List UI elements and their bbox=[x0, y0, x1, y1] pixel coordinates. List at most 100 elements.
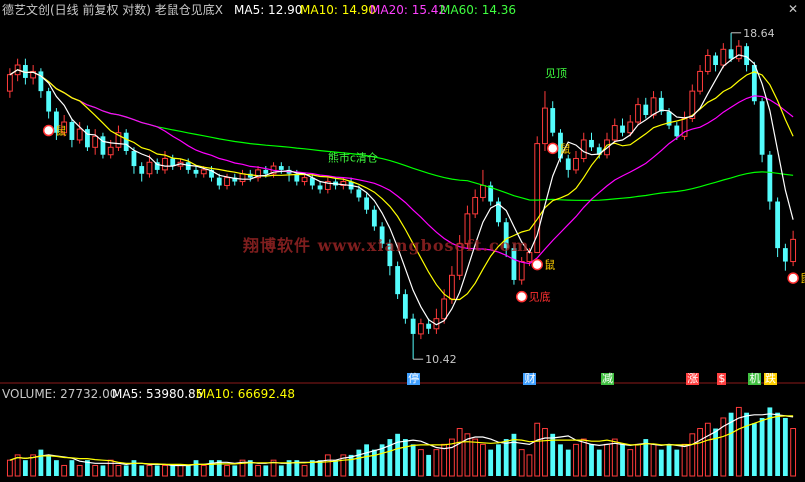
top-signal-label: 见顶 bbox=[545, 67, 567, 80]
mouse-signal-4-dot bbox=[787, 272, 799, 284]
volume-bar-down bbox=[348, 454, 354, 476]
volume-bar-up bbox=[472, 438, 479, 477]
candle-up bbox=[200, 169, 207, 175]
volume-bar-down bbox=[54, 460, 59, 476]
candle-up bbox=[518, 261, 525, 281]
ma10-legend: MA10: 14.90 bbox=[300, 3, 377, 17]
event-marker[interactable]: 涨 bbox=[686, 373, 700, 385]
volume-bar-up bbox=[433, 449, 440, 477]
volume-bar-down bbox=[782, 417, 788, 476]
close-icon[interactable]: ✕ bbox=[787, 3, 799, 15]
volume-bar-down bbox=[620, 444, 625, 476]
volume-bar-down bbox=[185, 465, 191, 476]
volume-bar-down bbox=[263, 465, 269, 476]
ma10-line bbox=[9, 69, 794, 301]
candle-down bbox=[775, 201, 781, 249]
low-label: 10.42 bbox=[425, 353, 457, 366]
candle-down bbox=[658, 97, 664, 112]
watermark: 翔博软件 www.xiangbosoft.com bbox=[243, 236, 530, 255]
volume-bar-down bbox=[658, 449, 664, 476]
volume-bar-up bbox=[92, 464, 99, 477]
candle-down bbox=[782, 248, 788, 262]
volume-bar-up bbox=[635, 443, 641, 477]
volume-bar-up bbox=[573, 443, 579, 477]
volume-bar-down bbox=[154, 465, 160, 476]
candle-up bbox=[76, 128, 83, 141]
volume-bar-down bbox=[364, 444, 370, 476]
event-marker[interactable]: 机 bbox=[748, 373, 762, 385]
candle-up bbox=[720, 48, 727, 66]
volume-bar-up bbox=[146, 464, 153, 477]
bear-signal-label: 熊市c清仓 bbox=[328, 151, 378, 165]
candle-down bbox=[767, 154, 773, 202]
candle-down bbox=[123, 132, 129, 151]
volume-bar-down bbox=[131, 460, 137, 476]
candle-up bbox=[735, 45, 742, 60]
volume-bar-down bbox=[139, 465, 145, 476]
event-marker[interactable]: 财 bbox=[523, 373, 537, 385]
volume-bar-down bbox=[371, 449, 377, 476]
candle-up bbox=[239, 173, 246, 183]
volume-bar-up bbox=[650, 443, 657, 477]
volume-bar-down bbox=[503, 439, 509, 476]
volume-bar-up bbox=[681, 443, 688, 477]
high-label: 18.64 bbox=[743, 27, 775, 40]
volume-bar-up bbox=[177, 464, 184, 477]
volume-bar-down bbox=[744, 412, 749, 476]
volume-bar-up bbox=[611, 438, 618, 477]
volume-bar-up bbox=[6, 459, 13, 477]
volume-bar-up bbox=[518, 449, 525, 477]
volume-bar-down bbox=[565, 449, 571, 476]
volume-bar-down bbox=[69, 460, 75, 476]
candle-down bbox=[356, 189, 362, 198]
mouse-signal-3-label: 鼠 bbox=[560, 141, 571, 155]
candle-up bbox=[480, 184, 486, 198]
event-marker[interactable]: 停 bbox=[407, 373, 421, 385]
volume-legend: VOLUME: 27732.00 bbox=[2, 387, 118, 401]
volume-bar-down bbox=[232, 465, 238, 476]
event-marker[interactable]: 跌 bbox=[763, 373, 777, 385]
candle-down bbox=[620, 125, 625, 133]
candle-up bbox=[224, 177, 230, 186]
volume-bar-down bbox=[674, 449, 680, 476]
volume-bar-down bbox=[170, 465, 176, 476]
candle-down bbox=[278, 166, 284, 170]
candle-down bbox=[38, 71, 44, 92]
volume-bar-down bbox=[22, 460, 28, 476]
volume-bar-down bbox=[193, 460, 199, 476]
candle-down bbox=[643, 104, 649, 116]
volume-bar-down bbox=[402, 439, 408, 476]
volume-bar-down bbox=[713, 428, 718, 476]
volume-bar-up bbox=[542, 428, 548, 477]
candle-down bbox=[193, 169, 199, 174]
volume-bar-down bbox=[426, 454, 432, 476]
candle-down bbox=[371, 209, 377, 227]
volume-bar-up bbox=[107, 459, 114, 477]
ma60-legend: MA60: 14.36 bbox=[440, 3, 517, 17]
candle-down bbox=[565, 158, 571, 170]
volume-bar-up bbox=[61, 464, 68, 477]
candle-down bbox=[395, 266, 401, 295]
ma20-legend: MA20: 15.42 bbox=[370, 3, 447, 17]
candle-down bbox=[139, 166, 145, 174]
candle-up bbox=[704, 55, 711, 72]
candle-up bbox=[573, 157, 579, 171]
volume-bar-up bbox=[627, 449, 634, 477]
volume-bar-up bbox=[162, 464, 168, 477]
candle-down bbox=[410, 318, 416, 334]
candle-up bbox=[146, 161, 153, 175]
mouse-signal-3-dot bbox=[546, 142, 559, 155]
event-marker[interactable]: $ bbox=[717, 373, 727, 385]
stock-chart[interactable]: 18.6410.42鼠鼠鼠鼠见底见顶熊市c清仓 德艺文创(日线 前复权 对数) … bbox=[0, 0, 805, 478]
candle-down bbox=[100, 136, 106, 155]
volume-bar-up bbox=[580, 438, 587, 477]
event-marker[interactable]: 减 bbox=[601, 373, 614, 385]
candle-up bbox=[627, 121, 634, 134]
mouse-signal-2-dot bbox=[531, 258, 543, 271]
candle-down bbox=[759, 101, 765, 155]
volume-bar-up bbox=[480, 443, 486, 477]
candle-up bbox=[611, 125, 618, 141]
candle-up bbox=[6, 74, 13, 92]
candle-up bbox=[650, 97, 657, 116]
volume-bar-down bbox=[46, 454, 52, 476]
